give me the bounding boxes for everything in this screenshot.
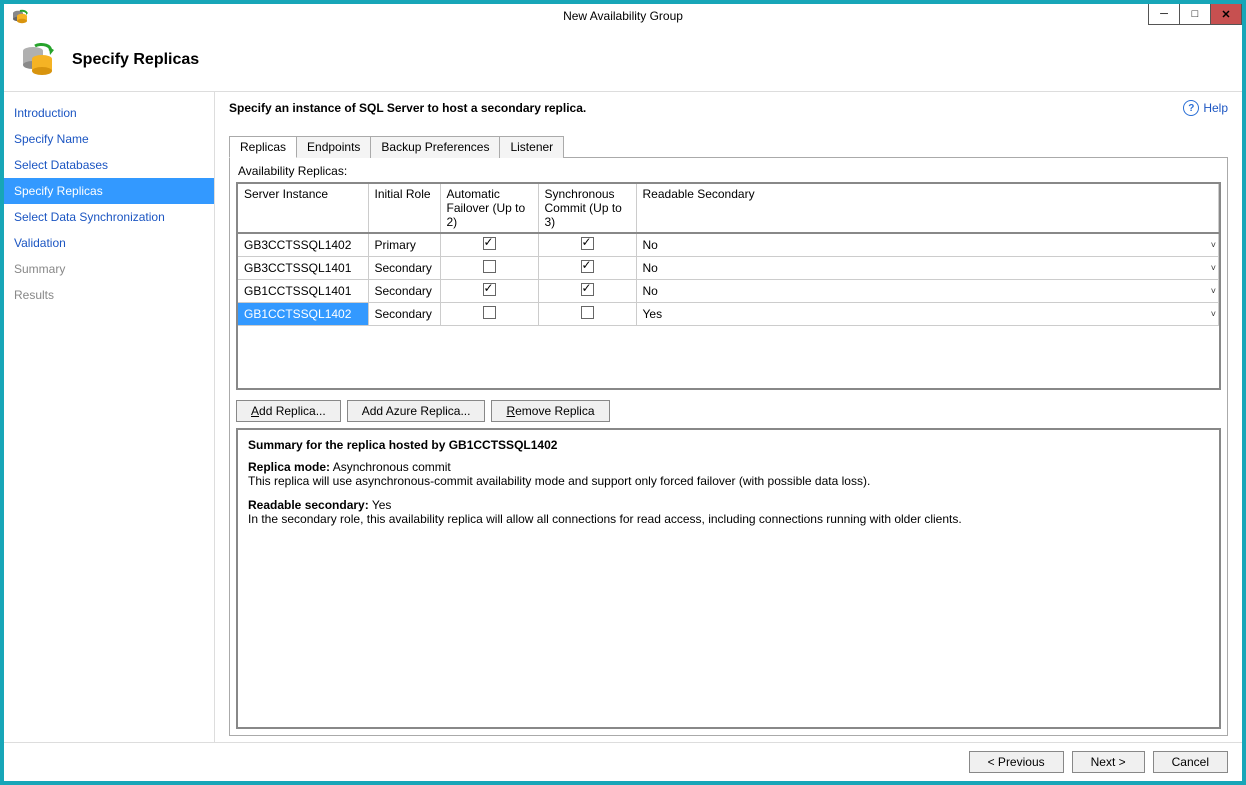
auto-failover-checkbox[interactable] <box>483 306 496 319</box>
chevron-down-icon[interactable]: ˅ <box>1211 240 1216 250</box>
col-readable-secondary[interactable]: Readable Secondary <box>636 184 1219 233</box>
readable-secondary-desc: In the secondary role, this availability… <box>248 512 1209 526</box>
initial-role-cell: Secondary <box>368 280 440 303</box>
chevron-down-icon[interactable]: ˅ <box>1211 286 1216 296</box>
instruction-text: Specify an instance of SQL Server to hos… <box>229 101 586 115</box>
nav-item-results: Results <box>4 282 214 308</box>
help-link[interactable]: ? Help <box>1183 100 1228 116</box>
minimize-button[interactable]: ─ <box>1148 4 1180 25</box>
replicas-grid: Server Instance Initial Role Automatic F… <box>236 182 1221 390</box>
table-row[interactable]: GB1CCTSSQL1401Secondary No˅ <box>238 280 1219 303</box>
readable-secondary-combo[interactable]: No˅ <box>643 261 1217 275</box>
tab-endpoints[interactable]: Endpoints <box>297 136 371 158</box>
sync-commit-checkbox[interactable] <box>581 306 594 319</box>
add-azure-replica-button[interactable]: Add Azure Replica... <box>347 400 486 422</box>
close-button[interactable]: ✕ <box>1210 4 1242 25</box>
col-server-instance[interactable]: Server Instance <box>238 184 368 233</box>
readable-secondary-cell[interactable]: Yes˅ <box>636 303 1219 326</box>
add-replica-button[interactable]: Add Replica... <box>236 400 341 422</box>
readable-secondary-label: Readable secondary: <box>248 498 369 512</box>
nav-item-select-data-synchronization[interactable]: Select Data Synchronization <box>4 204 214 230</box>
nav-item-specify-replicas[interactable]: Specify Replicas <box>4 178 214 204</box>
server-instance-cell[interactable]: GB3CCTSSQL1401 <box>238 257 368 280</box>
auto-failover-cell[interactable] <box>440 257 538 280</box>
nav-item-summary: Summary <box>4 256 214 282</box>
sync-commit-checkbox[interactable] <box>581 237 594 250</box>
replicas-icon <box>20 41 58 79</box>
wizard-header: Specify Replicas <box>4 29 1242 92</box>
readable-secondary-combo[interactable]: No˅ <box>643 284 1217 298</box>
replica-mode-desc: This replica will use asynchronous-commi… <box>248 474 1209 488</box>
remove-replica-button[interactable]: Remove Replica <box>491 400 609 422</box>
replica-mode-label: Replica mode: <box>248 460 330 474</box>
summary-heading: Summary for the replica hosted by GB1CCT… <box>248 438 557 452</box>
summary-panel: Summary for the replica hosted by GB1CCT… <box>236 428 1221 729</box>
initial-role-cell: Secondary <box>368 303 440 326</box>
server-instance-cell[interactable]: GB3CCTSSQL1402 <box>238 233 368 257</box>
sync-commit-checkbox[interactable] <box>581 260 594 273</box>
table-row[interactable]: GB1CCTSSQL1402Secondary Yes˅ <box>238 303 1219 326</box>
next-button[interactable]: Next > <box>1072 751 1145 773</box>
sync-commit-cell[interactable] <box>538 257 636 280</box>
nav-item-introduction[interactable]: Introduction <box>4 100 214 126</box>
help-icon: ? <box>1183 100 1199 116</box>
section-label: Availability Replicas: <box>238 164 1221 178</box>
tab-bar: ReplicasEndpointsBackup PreferencesListe… <box>229 136 1228 157</box>
nav-item-select-databases[interactable]: Select Databases <box>4 152 214 178</box>
sync-commit-cell[interactable] <box>538 233 636 257</box>
maximize-button[interactable]: □ <box>1179 4 1211 25</box>
auto-failover-checkbox[interactable] <box>483 260 496 273</box>
auto-failover-cell[interactable] <box>440 280 538 303</box>
table-row[interactable]: GB3CCTSSQL1402Primary No˅ <box>238 233 1219 257</box>
table-row[interactable]: GB3CCTSSQL1401Secondary No˅ <box>238 257 1219 280</box>
readable-secondary-combo[interactable]: Yes˅ <box>643 307 1217 321</box>
readable-secondary-cell[interactable]: No˅ <box>636 233 1219 257</box>
wizard-nav: IntroductionSpecify NameSelect Databases… <box>4 92 215 742</box>
sync-commit-cell[interactable] <box>538 280 636 303</box>
server-instance-cell[interactable]: GB1CCTSSQL1401 <box>238 280 368 303</box>
auto-failover-cell[interactable] <box>440 233 538 257</box>
replica-mode-value: Asynchronous commit <box>333 460 451 474</box>
sync-commit-cell[interactable] <box>538 303 636 326</box>
auto-failover-checkbox[interactable] <box>483 237 496 250</box>
col-sync-commit[interactable]: Synchronous Commit (Up to 3) <box>538 184 636 233</box>
titlebar: New Availability Group ─ □ ✕ <box>4 4 1242 29</box>
server-instance-cell[interactable]: GB1CCTSSQL1402 <box>238 303 368 326</box>
tab-backup-preferences[interactable]: Backup Preferences <box>371 136 500 158</box>
auto-failover-checkbox[interactable] <box>483 283 496 296</box>
cancel-button[interactable]: Cancel <box>1153 751 1228 773</box>
readable-secondary-value: Yes <box>372 498 392 512</box>
col-initial-role[interactable]: Initial Role <box>368 184 440 233</box>
readable-secondary-combo[interactable]: No˅ <box>643 238 1217 252</box>
nav-item-validation[interactable]: Validation <box>4 230 214 256</box>
help-label: Help <box>1203 101 1228 115</box>
initial-role-cell: Secondary <box>368 257 440 280</box>
auto-failover-cell[interactable] <box>440 303 538 326</box>
readable-secondary-cell[interactable]: No˅ <box>636 280 1219 303</box>
sync-commit-checkbox[interactable] <box>581 283 594 296</box>
window-title: New Availability Group <box>4 9 1242 23</box>
previous-button[interactable]: < Previous <box>969 751 1064 773</box>
tab-listener[interactable]: Listener <box>500 136 564 158</box>
chevron-down-icon[interactable]: ˅ <box>1211 263 1216 273</box>
page-title: Specify Replicas <box>72 51 199 69</box>
nav-item-specify-name[interactable]: Specify Name <box>4 126 214 152</box>
chevron-down-icon[interactable]: ˅ <box>1211 309 1216 319</box>
app-icon <box>12 8 28 24</box>
wizard-footer: < Previous Next > Cancel <box>4 742 1242 781</box>
initial-role-cell: Primary <box>368 233 440 257</box>
tab-replicas[interactable]: Replicas <box>229 136 297 158</box>
col-auto-failover[interactable]: Automatic Failover (Up to 2) <box>440 184 538 233</box>
readable-secondary-cell[interactable]: No˅ <box>636 257 1219 280</box>
